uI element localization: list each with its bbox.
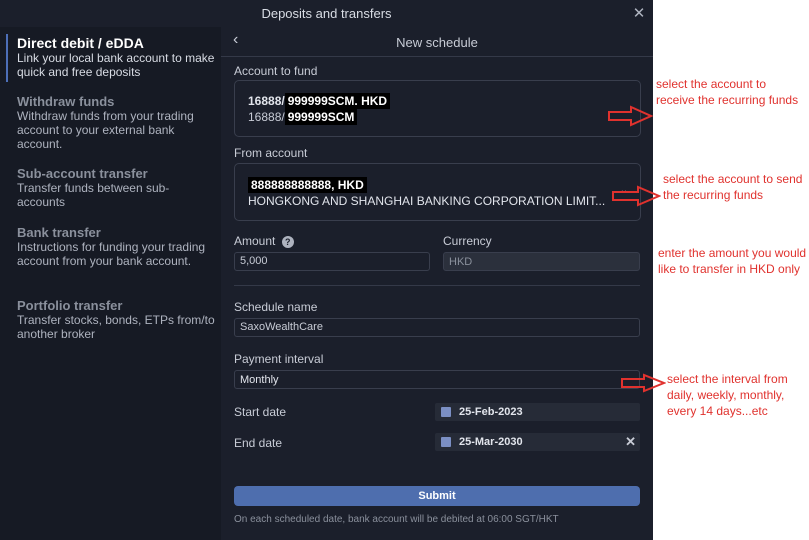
annotation-amount: enter the amount you would like to trans… [658,246,807,276]
amount-label: Amount ? [234,234,294,248]
start-date-label: Start date [234,405,287,419]
amount-input[interactable] [234,252,430,271]
sidebar-item-desc: Transfer funds between sub-accounts [17,181,170,209]
account-to-fund-select[interactable]: 16888/999999SCM. HKD 16888/999999SCM [234,80,641,137]
debit-note: On each scheduled date, bank account wil… [234,514,559,525]
schedule-panel: ‹ New schedule Account to fund 16888/999… [221,27,653,540]
submit-button[interactable]: Submit [234,486,640,506]
sidebar-item-bank-transfer[interactable]: Bank transfer Instructions for funding y… [17,225,217,268]
sidebar-item-desc: Transfer stocks, bonds, ETPs from/to ano… [17,313,215,341]
divider [234,285,640,286]
end-date-picker[interactable]: 25-Mar-2030 ✕ [435,433,640,451]
app-window: Deposits and transfers ✕ Direct debit / … [0,0,653,540]
info-icon[interactable]: ? [281,235,294,248]
sidebar-item-title: Bank transfer [17,225,101,240]
sidebar: Direct debit / eDDA Link your local bank… [0,27,221,540]
clear-icon[interactable]: ✕ [625,433,636,451]
schedule-header: ‹ New schedule [221,27,653,57]
annotation-send: select the account to send the recurring… [663,172,803,202]
account-line-2: 16888/999999SCM [248,109,358,125]
page-title: New schedule [396,35,478,50]
sidebar-item-desc: Link your local bank account to make qui… [17,51,215,79]
sidebar-item-direct-debit[interactable]: Direct debit / eDDA Link your local bank… [17,35,217,80]
payment-interval-select[interactable]: Monthly [234,370,640,389]
schedule-name-input[interactable] [234,318,640,337]
currency-label: Currency [443,234,492,248]
end-date-value: 25-Mar-2030 [459,436,523,448]
currency-field: HKD [443,252,640,271]
from-account-select[interactable]: 888888888888, HKD HONGKONG AND SHANGHAI … [234,163,641,221]
account-masked: 999999SCM [284,109,358,125]
account-prefix: 16888/ [248,110,285,124]
close-icon[interactable]: ✕ [629,0,649,27]
from-account-number: 888888888888, HKD [248,177,367,193]
sidebar-item-title: Portfolio transfer [17,298,123,313]
sidebar-item-withdraw[interactable]: Withdraw funds Withdraw funds from your … [17,94,217,151]
window-title: Deposits and transfers [261,6,392,21]
sidebar-item-title: Direct debit / eDDA [17,35,144,51]
schedule-name-label: Schedule name [234,300,318,314]
amount-label-text: Amount [234,234,276,248]
sidebar-item-title: Sub-account transfer [17,166,148,181]
start-date-value: 25-Feb-2023 [459,406,523,418]
annotation-interval: select the interval from daily, weekly, … [667,372,788,418]
annotation-receive: select the account to receive the recurr… [656,77,799,107]
calendar-icon [441,437,451,448]
account-masked: 999999SCM. HKD [284,93,391,109]
sidebar-item-title: Withdraw funds [17,94,115,109]
from-account-line-1: 888888888888, HKD [248,177,367,193]
sidebar-item-portfolio[interactable]: Portfolio transfer Transfer stocks, bond… [17,298,217,341]
account-to-fund-label: Account to fund [234,64,318,78]
from-account-label: From account [234,146,308,160]
sidebar-item-desc: Withdraw funds from your trading account… [17,109,194,151]
active-indicator [6,34,8,82]
annotation-arrow-icon [608,105,653,127]
annotation-arrow-icon [612,185,661,207]
account-line-1: 16888/999999SCM. HKD [248,93,391,109]
account-prefix: 16888/ [248,94,285,108]
payment-interval-label: Payment interval [234,352,324,366]
calendar-icon [441,407,451,418]
annotation-arrow-icon [621,373,666,393]
from-account-bank: HONGKONG AND SHANGHAI BANKING CORPORATIO… [248,194,606,208]
sidebar-item-sub-account[interactable]: Sub-account transfer Transfer funds betw… [17,166,217,209]
start-date-picker[interactable]: 25-Feb-2023 [435,403,640,421]
sidebar-item-desc: Instructions for funding your trading ac… [17,240,206,268]
end-date-label: End date [234,436,283,450]
